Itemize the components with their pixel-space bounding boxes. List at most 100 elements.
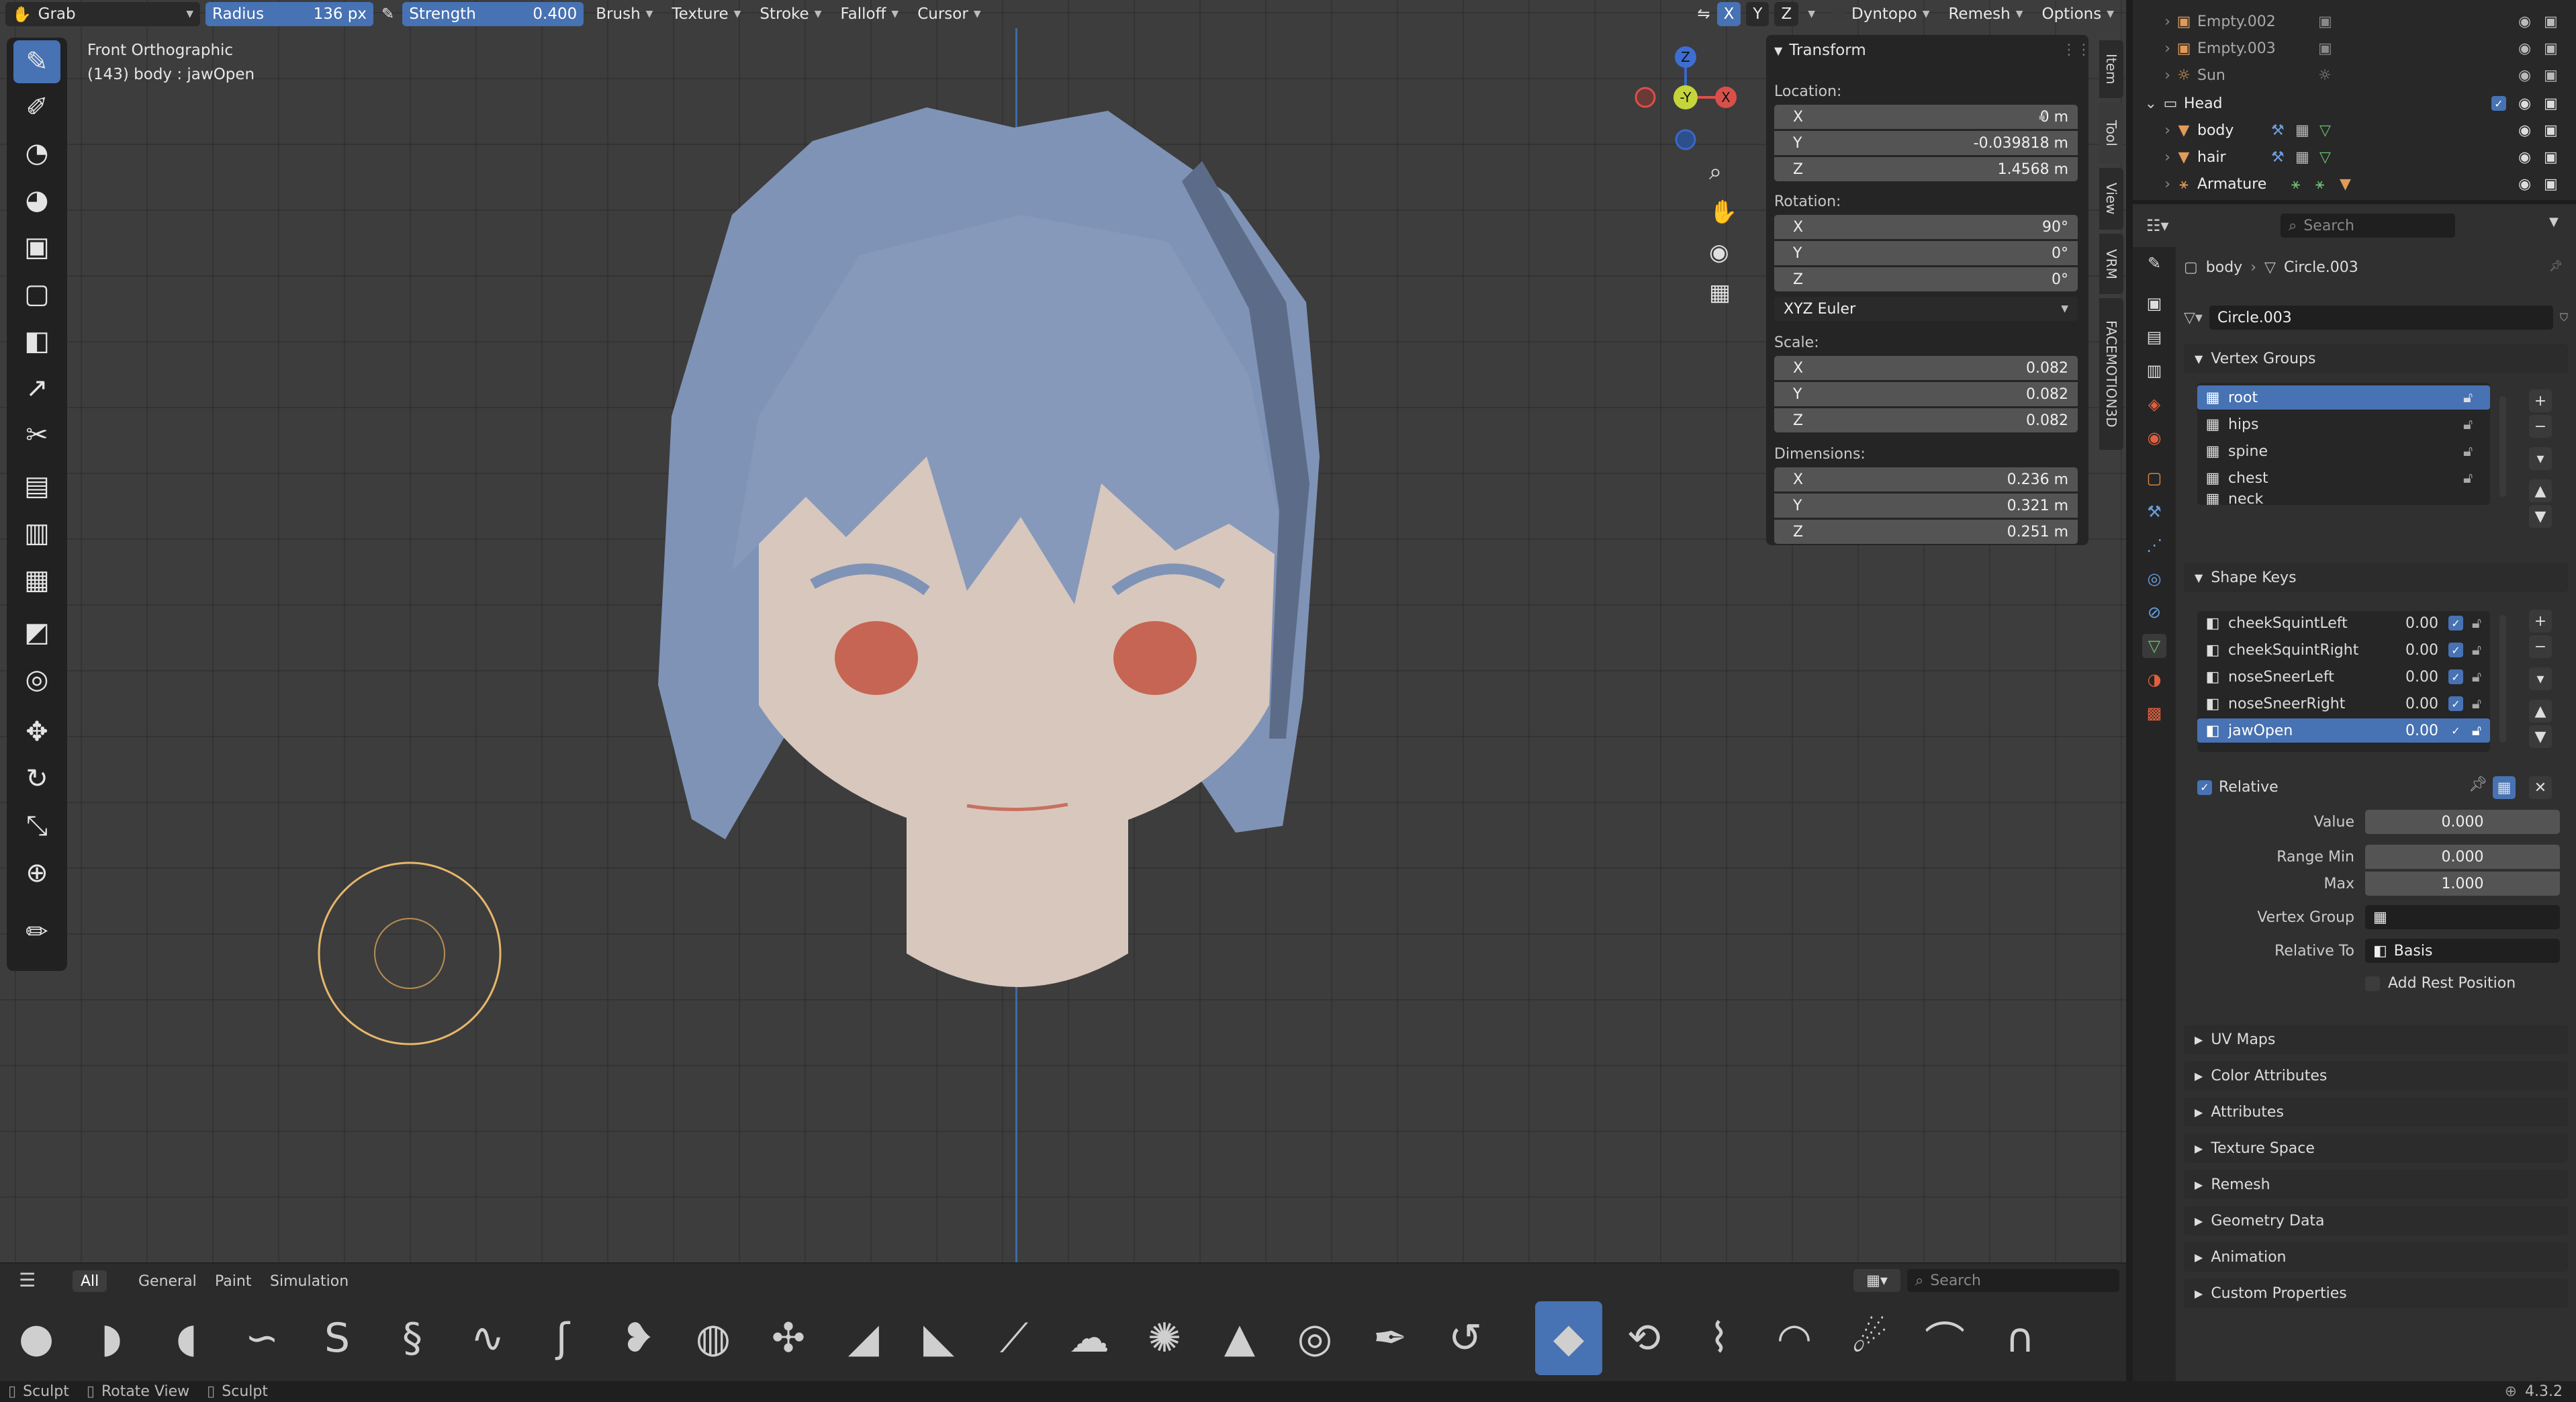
attributes-panel-header[interactable]: ▶ Attributes (2184, 1097, 2568, 1127)
shape-key-specials-button[interactable]: ▾ (2529, 667, 2552, 690)
brush-snake-icon[interactable]: ʃ (529, 1301, 596, 1375)
remove-vertex-group-button[interactable]: − (2529, 415, 2552, 438)
view-layer-tab-icon[interactable]: ▥ (2142, 359, 2166, 383)
brush-nudge-icon[interactable]: ⟲ (1610, 1301, 1677, 1375)
pan-hand-icon[interactable]: ✋ (1709, 199, 1737, 226)
fake-user-icon[interactable]: ⛉ (2560, 311, 2568, 324)
tab-tool[interactable]: Tool (2099, 102, 2123, 164)
brush-crease-icon[interactable]: ∽ (228, 1301, 295, 1375)
lock-icon[interactable]: 🔓︎ (2039, 109, 2047, 123)
list-item[interactable]: ◧ cheekSquintLeft 0.00 ✓ 🔓︎ (2197, 611, 2490, 635)
rotate-icon[interactable]: ↻ (13, 757, 60, 800)
stroke-menu[interactable]: Stroke ▼ (753, 2, 828, 26)
camera-icon[interactable]: ▣ (2544, 95, 2558, 112)
lock-icon[interactable]: 🔓︎ (2463, 443, 2490, 460)
drag-handle-icon[interactable]: ⋮⋮ (2062, 42, 2091, 58)
brush-thumb-icon[interactable]: ✒ (1356, 1301, 1424, 1375)
remesh-menu[interactable]: Remesh ▼ (1941, 2, 2029, 26)
tab-vrm[interactable]: VRM (2099, 234, 2123, 294)
list-item[interactable]: ▦ spine 🔓︎ (2197, 439, 2490, 463)
camera-icon[interactable]: ▣ (2544, 122, 2558, 139)
add-rest-position-toggle[interactable]: Add Rest Position (2365, 975, 2516, 992)
editor-type-icon[interactable]: ☷▾ (2146, 216, 2169, 235)
shape-keys-panel-header[interactable]: ▼ Shape Keys (2184, 563, 2568, 592)
clay-icon[interactable]: ◔ (13, 132, 60, 175)
brush-rotate-icon[interactable]: ◎ (1281, 1301, 1348, 1375)
brush-blob-icon[interactable]: ● (3, 1301, 70, 1375)
chevron-down-icon[interactable]: ▼ (2549, 215, 2559, 229)
lock-icon[interactable]: 🔓︎ (2463, 416, 2490, 433)
lock-icon[interactable]: 🔓︎ (2463, 642, 2490, 659)
list-item[interactable]: ◧ noseSneerRight 0.00 ✓ 🔓︎ (2197, 692, 2490, 716)
brush-multiplane-icon[interactable]: ☁ (1056, 1301, 1123, 1375)
object-tab-icon[interactable]: ▢ (2142, 466, 2166, 490)
location-y-field[interactable]: Y -0.039818 m (1774, 131, 2078, 155)
transform-icon[interactable]: ⊕ (13, 851, 60, 894)
list-item[interactable]: ▦ hips 🔓︎ (2197, 412, 2490, 436)
vertex-groups-panel-header[interactable]: ▼ Vertex Groups (2184, 344, 2568, 373)
move-down-button[interactable]: ▼ (2529, 505, 2552, 528)
cursor-menu[interactable]: Cursor ▼ (911, 2, 987, 26)
inflate-icon[interactable]: ▢ (13, 273, 60, 316)
shape-keys-list[interactable]: ◧ cheekSquintLeft 0.00 ✓ 🔓︎ ◧ cheekSquintRigh… (2197, 611, 2490, 752)
brush-clay-strips-icon[interactable]: ◖ (153, 1301, 220, 1375)
max-field[interactable]: 1.000 (2365, 872, 2560, 896)
eye-icon[interactable]: ◉ (2518, 176, 2531, 193)
tab-facemotion3d[interactable]: FACEMOTION3D (2099, 298, 2123, 450)
shape-key-value[interactable]: 0.00 (2405, 642, 2448, 659)
smooth-icon[interactable]: ✂ (13, 414, 60, 457)
brush-draw-sharp-icon[interactable]: § (379, 1301, 446, 1375)
navigation-gizmo[interactable]: Z X -Y (1625, 40, 1746, 161)
layer-icon[interactable]: ▣ (13, 226, 60, 269)
brush-layer-icon[interactable]: ▲ (1206, 1301, 1273, 1375)
flatten-icon[interactable]: ▤ (13, 465, 60, 508)
shape-key-value[interactable]: 0.00 (2405, 615, 2448, 632)
edit-mode-toggle[interactable]: ▦ (2493, 776, 2516, 799)
3d-viewport[interactable]: ✋ Grab ▼ Radius 136 px ✎ Strength 0.400 B… (0, 0, 2126, 1381)
scene-tab-icon[interactable]: ◈ (2142, 392, 2166, 416)
move-down-button[interactable]: ▼ (2529, 725, 2552, 748)
dyntopo-menu[interactable]: Dyntopo ▼ (1825, 2, 1936, 26)
outliner-row[interactable]: ⌄ ▭ Head ✓ ◉ ▣ (2133, 90, 2576, 117)
brush-twist-icon[interactable]: ↺ (1432, 1301, 1499, 1375)
lock-icon[interactable]: 🔓︎ (2463, 696, 2490, 712)
render-tab-icon[interactable]: ▣ (2142, 291, 2166, 316)
breadcrumb-object[interactable]: body (2206, 259, 2242, 276)
shape-key-mute-checkbox[interactable]: ✓ (2448, 696, 2463, 711)
uv-maps-panel-header[interactable]: ▶ UV Maps (2184, 1025, 2568, 1054)
draw-brush-icon[interactable]: ✎ (13, 40, 60, 83)
brush-fill-icon[interactable]: ◣ (905, 1301, 972, 1375)
tab-simulation[interactable]: Simulation (262, 1270, 357, 1292)
outliner-row[interactable]: › ▣ Empty.002 ▣ ◉ ▣ (2133, 8, 2576, 35)
brush-boundary-icon[interactable]: ◠ (1761, 1301, 1828, 1375)
world-tab-icon[interactable]: ◉ (2142, 426, 2166, 450)
shape-key-mute-checkbox[interactable]: ✓ (2448, 643, 2463, 657)
shape-key-mute-checkbox[interactable]: ✓ (2448, 616, 2463, 630)
eye-icon[interactable]: ◉ (2518, 40, 2531, 57)
range-min-field[interactable]: 0.000 (2365, 845, 2560, 869)
camera-icon[interactable]: ▣ (2544, 149, 2558, 166)
mask-icon[interactable]: ◩ (13, 611, 60, 654)
outliner-row[interactable]: › ▣ Empty.003 ▣ ◉ ▣ (2133, 35, 2576, 62)
mirror-y-toggle[interactable]: Y (1746, 2, 1769, 26)
brush-pose-icon[interactable]: ⌇ (1686, 1301, 1753, 1375)
modifiers-tab-icon[interactable]: ⚒ (2142, 500, 2166, 524)
camera-icon[interactable]: ▣ (2544, 176, 2558, 193)
fill-icon[interactable]: ▥ (13, 512, 60, 555)
dimensions-x-field[interactable]: X 0.236 m (1774, 467, 2078, 492)
lock-icon[interactable]: 🔓︎ (2463, 389, 2490, 406)
draw-sharp-icon[interactable]: ✐ (13, 86, 60, 129)
material-tab-icon[interactable]: ◑ (2142, 667, 2166, 692)
lock-icon[interactable]: 🔓︎ (2463, 470, 2490, 487)
add-rest-position-checkbox[interactable] (2365, 976, 2380, 991)
brush-cloth-icon[interactable]: ☄ (1836, 1301, 1903, 1375)
brush-pinch-icon[interactable]: ∿ (454, 1301, 521, 1375)
zoom-icon[interactable]: ⌕ (1709, 158, 1722, 185)
tab-general[interactable]: General (130, 1270, 205, 1292)
brush-menu[interactable]: Brush ▼ (589, 2, 659, 26)
tab-paint[interactable]: Paint (207, 1270, 259, 1292)
scrollbar[interactable] (2499, 615, 2506, 743)
texture-menu[interactable]: Texture ▼ (665, 2, 747, 26)
mirror-z-toggle[interactable]: Z (1774, 2, 1799, 26)
strength-field[interactable]: Strength 0.400 (402, 2, 584, 26)
